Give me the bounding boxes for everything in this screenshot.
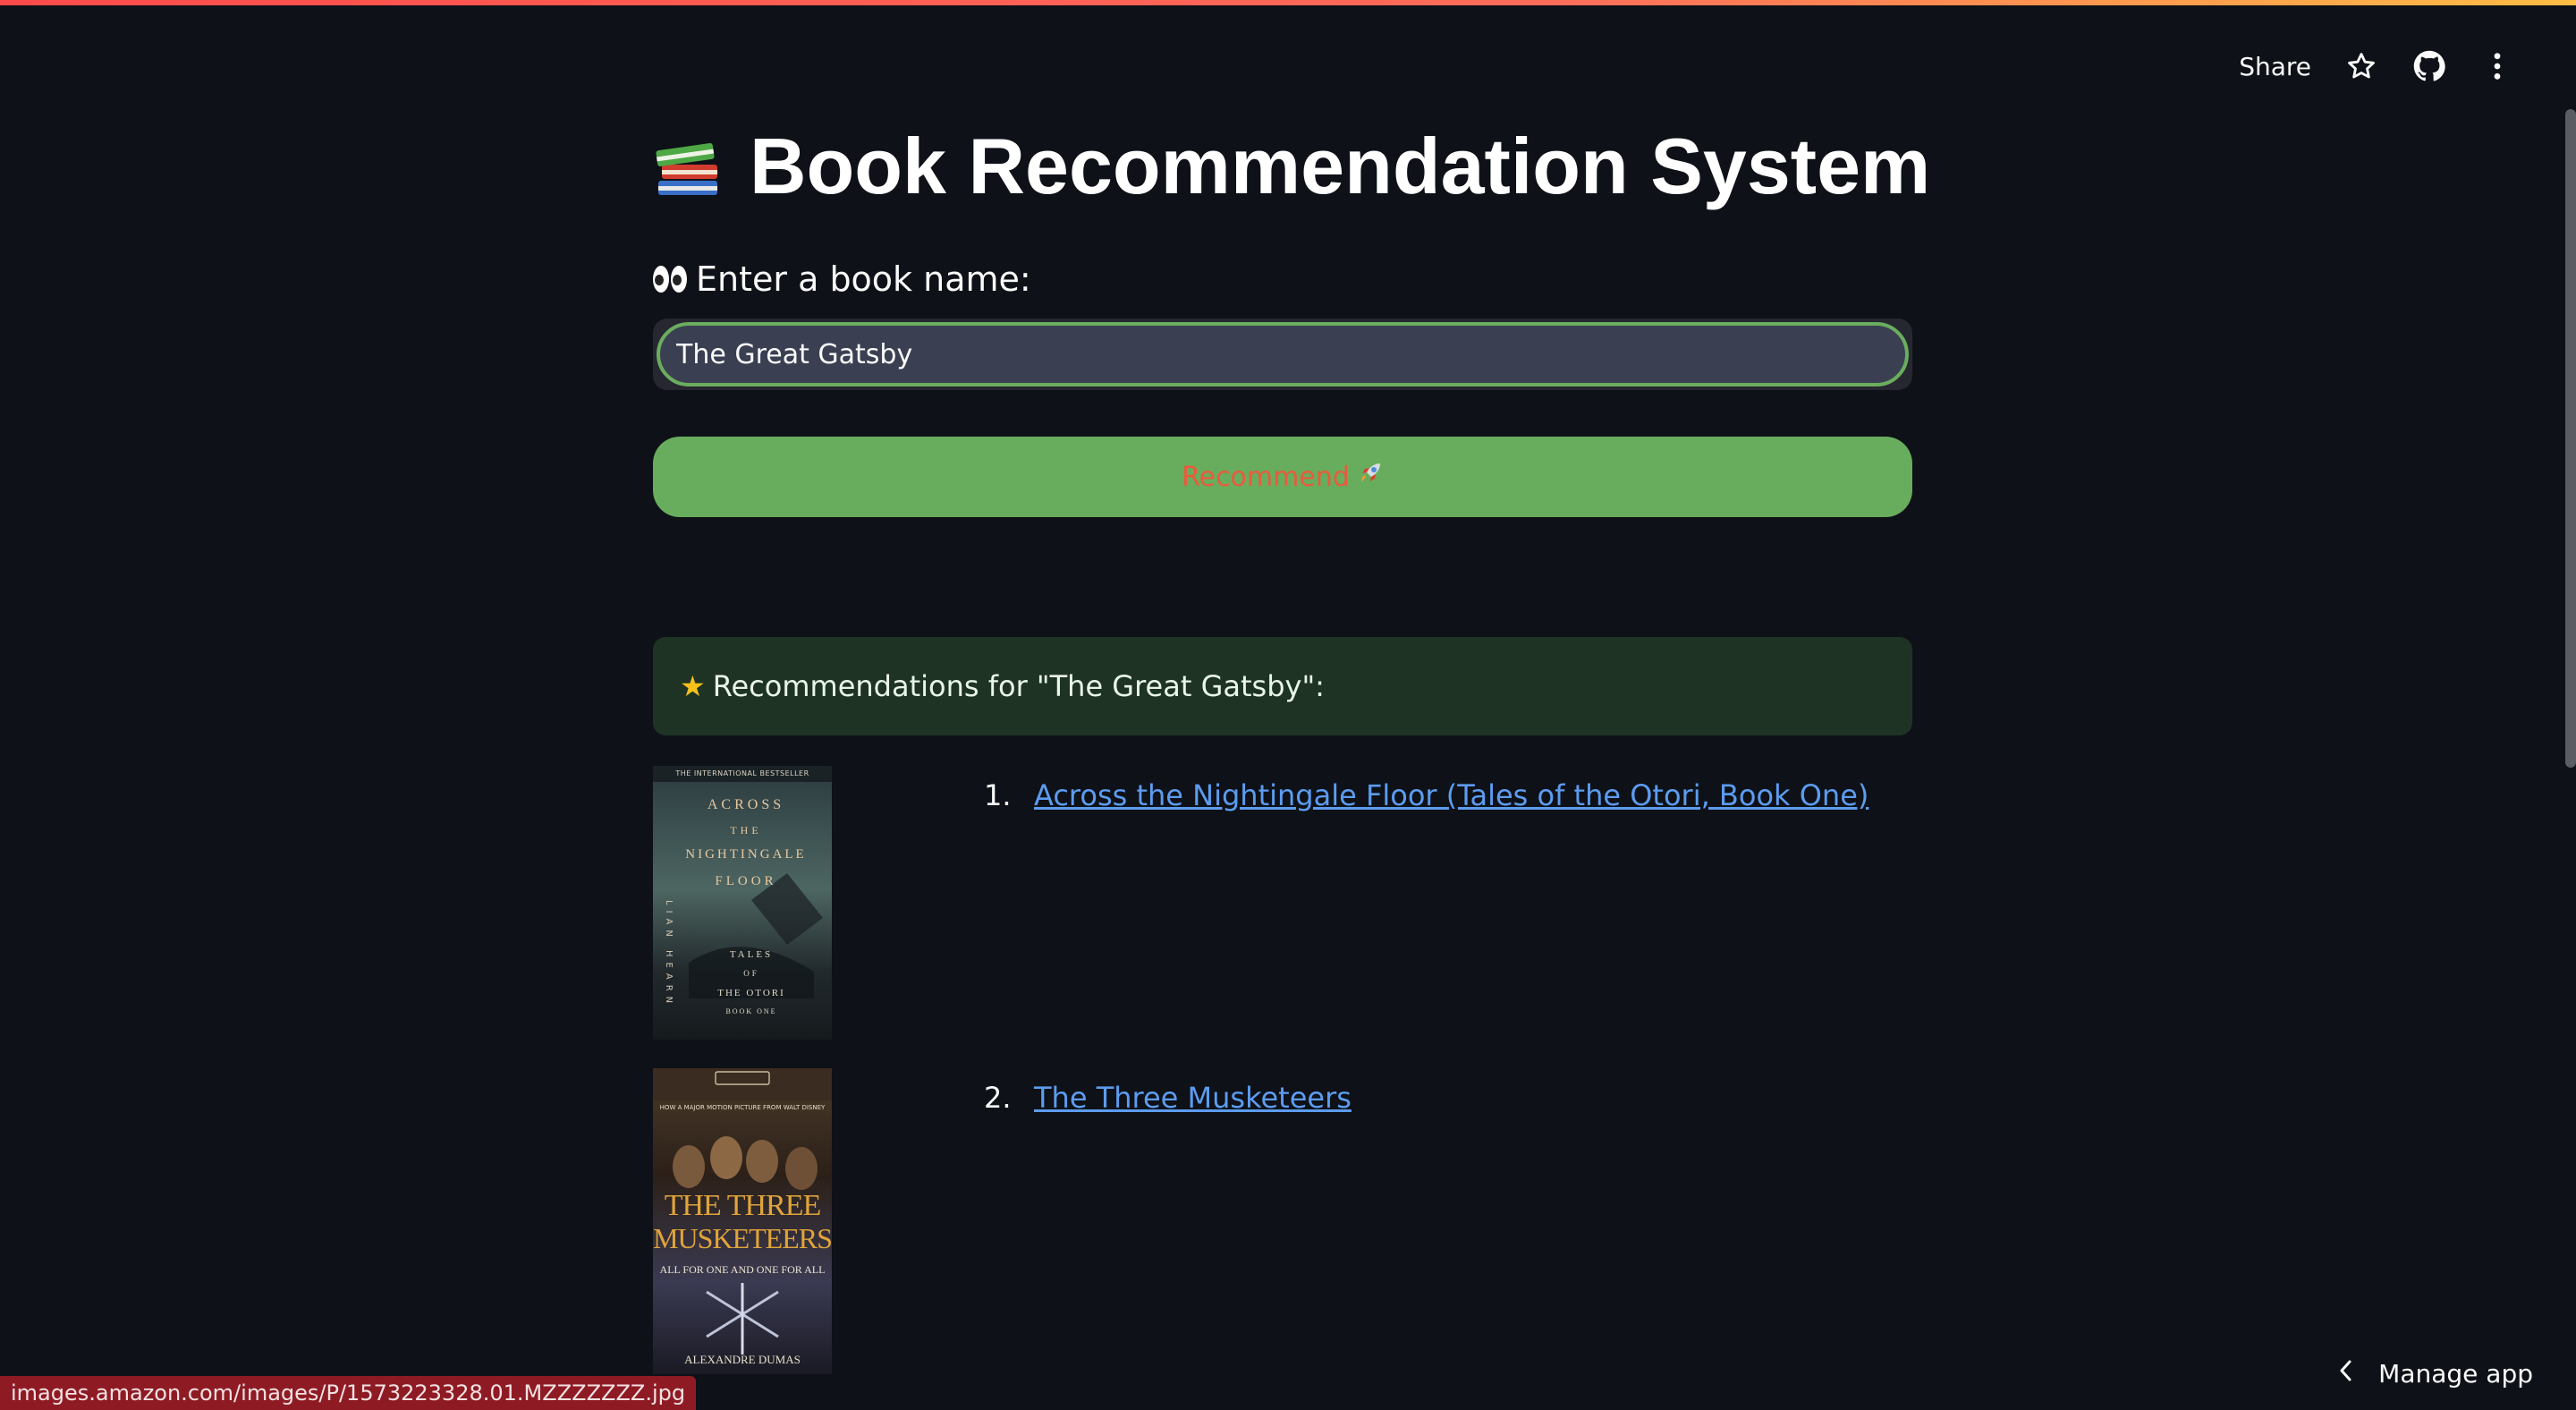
page-title-text: Book Recommendation System (750, 122, 1931, 210)
header-toolbar: Share (2239, 45, 2515, 88)
star-icon[interactable] (2343, 48, 2379, 84)
book-name-input-container (653, 319, 1912, 390)
cover-top-line: THE INTERNATIONAL BESTSELLER (675, 769, 809, 777)
cover-subtitle-line: OF (743, 969, 759, 978)
recommend-button-label: Recommend (1182, 461, 1350, 493)
recommendation-row: THE INTERNATIONAL BESTSELLER ACROSS THE … (653, 766, 1912, 1040)
cover-author: ALEXANDRE DUMAS (684, 1353, 801, 1366)
manage-app-button[interactable]: Manage app (2339, 1359, 2533, 1389)
eyes-icon (653, 266, 687, 293)
recommend-button[interactable]: Recommend (653, 437, 1912, 517)
recommendation-row: HOW A MAJOR MOTION PICTURE FROM WALT DIS… (653, 1068, 1912, 1374)
github-icon[interactable] (2411, 48, 2447, 84)
cover-title-line: FLOOR (715, 874, 777, 888)
status-bar-url: images.amazon.com/images/P/1573223328.01… (0, 1376, 697, 1410)
recommendation-link[interactable]: The Three Musketeers (1034, 1081, 1352, 1115)
recommendation-item: 1. Across the Nightingale Floor (Tales o… (984, 778, 1868, 812)
cover-subtitle-line: THE OTORI (717, 988, 785, 998)
scrollbar[interactable] (2565, 109, 2576, 768)
recommendation-item: 2. The Three Musketeers (984, 1081, 1352, 1115)
kebab-menu-icon[interactable] (2479, 48, 2515, 84)
share-button[interactable]: Share (2239, 52, 2311, 81)
star-icon: ★ (680, 669, 706, 703)
book-name-input[interactable] (657, 322, 1909, 386)
cover-title-line: THE (730, 824, 762, 837)
top-decoration-bar (0, 0, 2576, 5)
page-title: Book Recommendation System (653, 127, 1941, 206)
book-name-label-text: Enter a book name: (696, 259, 1031, 299)
cover-title-line: NIGHTINGALE (685, 847, 807, 862)
cover-tagline: ALL FOR ONE AND ONE FOR ALL (659, 1263, 826, 1276)
cover-author: LIAN HEARN (664, 900, 674, 1009)
cover-subtitle-line: TALES (729, 949, 774, 960)
book-cover-image: THE INTERNATIONAL BESTSELLER ACROSS THE … (653, 766, 832, 1040)
rocket-icon (1357, 460, 1384, 494)
books-icon (653, 131, 724, 202)
recommendation-number: 1. (984, 778, 1012, 812)
cover-book-line: BOOK ONE (725, 1007, 777, 1015)
manage-app-label: Manage app (2378, 1359, 2533, 1389)
recommendations-heading: Recommendations for "The Great Gatsby": (712, 669, 1325, 703)
book-name-label: Enter a book name: (653, 259, 1031, 299)
recommendations-banner: ★ Recommendations for "The Great Gatsby"… (653, 637, 1912, 735)
cover-title-line: THE THREE (664, 1189, 822, 1222)
cover-title-line: ACROSS (707, 797, 785, 812)
chevron-left-icon (2339, 1359, 2353, 1389)
recommendation-number: 2. (984, 1081, 1012, 1115)
cover-top-line: HOW A MAJOR MOTION PICTURE FROM WALT DIS… (659, 1104, 826, 1111)
cover-title-line: MUSKETEERS (653, 1222, 832, 1254)
book-cover-image: HOW A MAJOR MOTION PICTURE FROM WALT DIS… (653, 1068, 832, 1374)
recommendation-link[interactable]: Across the Nightingale Floor (Tales of t… (1034, 778, 1868, 812)
